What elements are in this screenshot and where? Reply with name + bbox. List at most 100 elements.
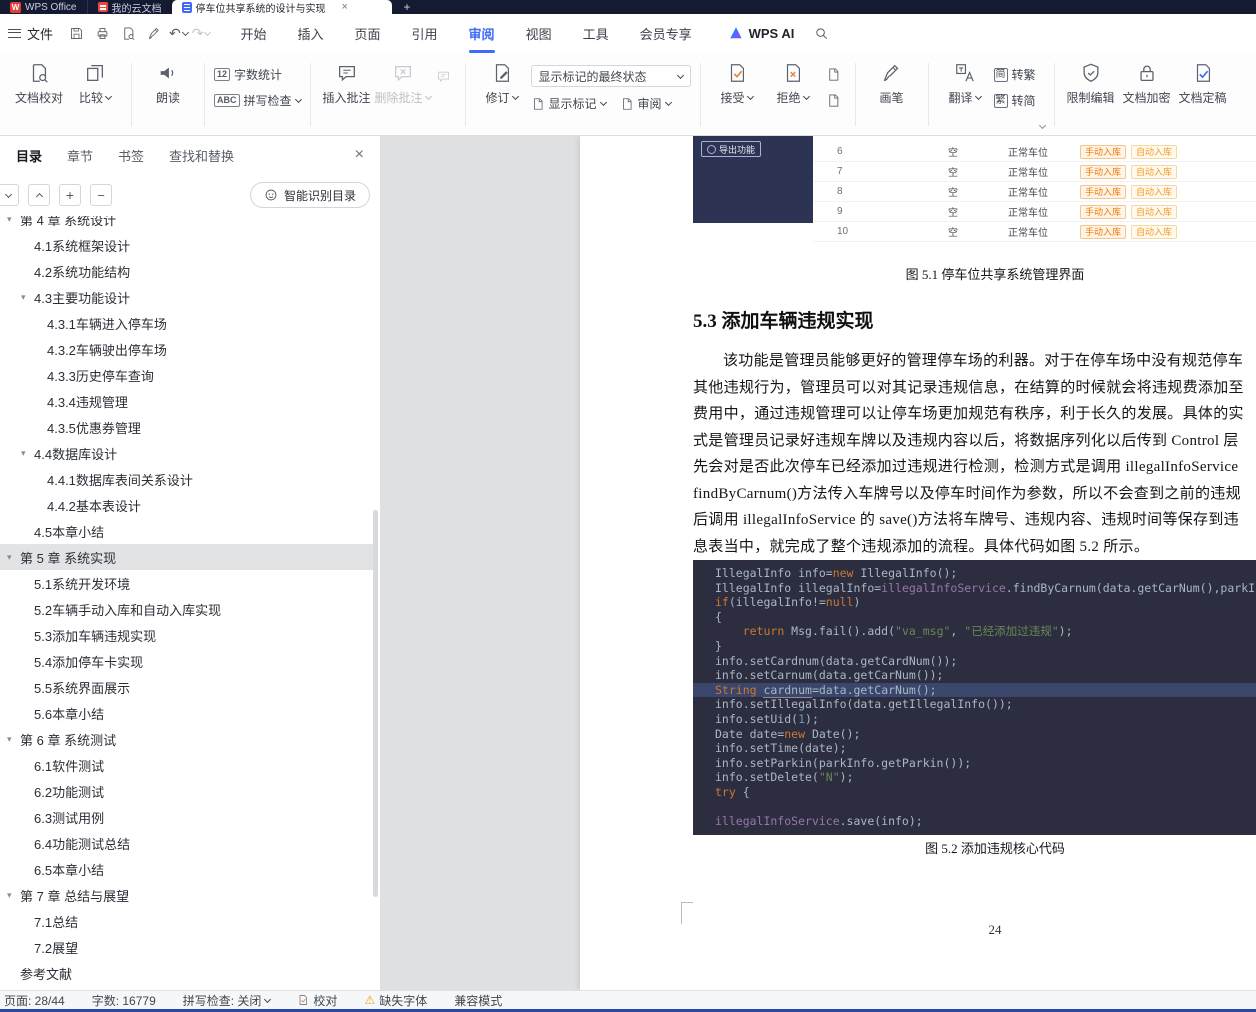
- collapse-all-button[interactable]: [0, 184, 19, 206]
- reject-revision-button[interactable]: 拒绝: [766, 57, 820, 106]
- insert-comment-button[interactable]: 插入批注: [320, 57, 374, 106]
- document-view[interactable]: 导出功能 6 空正常车位 手动入库 自动入库 7 空正常车位 手动入库 自动入库 8 空正常车位手…: [381, 136, 1256, 990]
- expand-all-button[interactable]: [28, 184, 50, 206]
- toc-expand-icon[interactable]: [7, 216, 20, 225]
- compatibility-mode-indicator[interactable]: 兼容模式: [454, 992, 502, 1009]
- save-button[interactable]: [64, 21, 88, 45]
- tab-cloud-docs[interactable]: 我的云文档: [86, 0, 172, 15]
- toc-item[interactable]: 第 7 章 总结与展望: [0, 882, 373, 908]
- spell-check-status[interactable]: 拼写检查: 关闭: [183, 992, 272, 1009]
- toc-item[interactable]: 5.4添加停车卡实现: [0, 648, 373, 674]
- toc-item[interactable]: 4.4.2基本表设计: [0, 492, 373, 518]
- panel-tab-find-replace[interactable]: 查找和替换: [169, 146, 234, 165]
- tab-insert[interactable]: 插入: [298, 20, 324, 47]
- toc-item[interactable]: 5.5系统界面展示: [0, 674, 373, 700]
- toc-item[interactable]: 6.3测试用例: [0, 804, 373, 830]
- file-menu-button[interactable]: 文件: [0, 24, 63, 43]
- toc-item[interactable]: 4.3.4违规管理: [0, 388, 373, 414]
- restrict-editing-button[interactable]: 限制编辑: [1064, 57, 1118, 106]
- close-tab-icon[interactable]: [342, 2, 348, 13]
- panel-tab-chapters[interactable]: 章节: [67, 146, 93, 165]
- panel-scrollbar[interactable]: [373, 216, 379, 990]
- read-aloud-button[interactable]: 朗读: [141, 57, 195, 106]
- ink-brush-button[interactable]: 画笔: [865, 57, 919, 106]
- toc-item[interactable]: 4.4.1数据库表间关系设计: [0, 466, 373, 492]
- toc-item[interactable]: 4.3.5优惠券管理: [0, 414, 373, 440]
- toc-expand-icon[interactable]: [7, 734, 20, 745]
- toc-item[interactable]: 6.2功能测试: [0, 778, 373, 804]
- tab-tools[interactable]: 工具: [583, 20, 609, 47]
- scrollbar-thumb[interactable]: [373, 510, 378, 898]
- auto-inbound-badge[interactable]: 自动入库: [1131, 184, 1178, 199]
- manual-inbound-badge[interactable]: 手动入库: [1080, 164, 1127, 179]
- traditional-to-simplified-button[interactable]: 繁 转简: [993, 92, 1036, 109]
- toc-expand-icon[interactable]: [7, 552, 20, 563]
- toc-item[interactable]: 5.2车辆手动入库和自动入库实现: [0, 596, 373, 622]
- toc-item[interactable]: 5.6本章小结: [0, 700, 373, 726]
- toc-item[interactable]: 4.5本章小结: [0, 518, 373, 544]
- tab-document[interactable]: 停车位共享系统的设计与实现: [171, 0, 392, 15]
- track-changes-button[interactable]: 修订: [475, 57, 529, 106]
- manual-inbound-badge[interactable]: 手动入库: [1080, 184, 1127, 199]
- toc-item[interactable]: 6.4功能测试总结: [0, 830, 373, 856]
- panel-tab-toc[interactable]: 目录: [16, 146, 42, 165]
- group-expand-icon[interactable]: [1038, 121, 1046, 130]
- toc-item[interactable]: 7.2展望: [0, 934, 373, 960]
- toc-item[interactable]: 4.1系统框架设计: [0, 232, 373, 258]
- doc-proof-button[interactable]: 文档校对: [12, 57, 66, 106]
- promote-heading-button[interactable]: [59, 184, 81, 206]
- previous-revision-button[interactable]: [822, 63, 846, 85]
- spell-check-button[interactable]: ABC 拼写检查: [214, 92, 302, 109]
- auto-inbound-badge[interactable]: 自动入库: [1131, 224, 1178, 239]
- accept-revision-button[interactable]: 接受: [710, 57, 764, 106]
- page-indicator[interactable]: 页面: 28/44: [4, 992, 65, 1009]
- toc-scroll-area[interactable]: 第 4 章 系统设计 4.1系统框架设计 4.2系统功能结构 4.3主要功能设计 4.3…: [0, 216, 373, 990]
- demote-heading-button[interactable]: [90, 184, 112, 206]
- toc-item[interactable]: 第 4 章 系统设计: [0, 216, 373, 232]
- missing-font-warning[interactable]: 缺失字体: [364, 992, 427, 1009]
- panel-tab-bookmarks[interactable]: 书签: [118, 146, 144, 165]
- encrypt-document-button[interactable]: 文档加密: [1120, 57, 1174, 106]
- review-mode-button[interactable]: 审阅: [620, 95, 672, 112]
- toc-item[interactable]: 4.3.3历史停车查询: [0, 362, 373, 388]
- tab-page[interactable]: 页面: [355, 20, 381, 47]
- tab-member[interactable]: 会员专享: [640, 20, 692, 47]
- compare-button[interactable]: 比较: [68, 57, 122, 106]
- toc-item[interactable]: 7.1总结: [0, 908, 373, 934]
- print-button[interactable]: [90, 21, 114, 45]
- next-revision-button[interactable]: [822, 89, 846, 111]
- toc-item[interactable]: 4.3主要功能设计: [0, 284, 373, 310]
- simplified-to-traditional-button[interactable]: 简 转繁: [993, 66, 1036, 83]
- redo-button[interactable]: [192, 25, 212, 42]
- translate-button[interactable]: 翻译: [938, 57, 992, 106]
- undo-button[interactable]: [169, 25, 189, 42]
- tab-view[interactable]: 视图: [526, 20, 552, 47]
- toc-item[interactable]: 4.3.1车辆进入停车场: [0, 310, 373, 336]
- toc-expand-icon[interactable]: [21, 292, 34, 303]
- new-tab-button[interactable]: +: [392, 0, 423, 14]
- auto-inbound-badge[interactable]: 自动入库: [1131, 164, 1178, 179]
- wps-ai-button[interactable]: WPS AI: [728, 25, 794, 41]
- print-preview-button[interactable]: [116, 21, 140, 45]
- manual-inbound-badge[interactable]: 手动入库: [1080, 224, 1127, 239]
- show-markup-button[interactable]: 显示标记: [531, 95, 607, 112]
- format-painter-button[interactable]: [142, 21, 166, 45]
- toc-item[interactable]: 6.5本章小结: [0, 856, 373, 882]
- toc-item[interactable]: 4.3.2车辆驶出停车场: [0, 336, 373, 362]
- toc-item[interactable]: 6.1软件测试: [0, 752, 373, 778]
- tab-home[interactable]: 开始: [240, 20, 266, 47]
- auto-inbound-badge[interactable]: 自动入库: [1131, 144, 1178, 159]
- toc-item[interactable]: 第 6 章 系统测试: [0, 726, 373, 752]
- tab-review[interactable]: 审阅: [469, 20, 495, 47]
- toc-item[interactable]: 参考文献: [0, 960, 373, 986]
- markup-state-dropdown[interactable]: 显示标记的最终状态: [530, 65, 691, 87]
- word-count-indicator[interactable]: 字数: 16779: [92, 992, 156, 1009]
- word-count-button[interactable]: 12 字数统计: [214, 66, 301, 83]
- manual-inbound-badge[interactable]: 手动入库: [1080, 144, 1127, 159]
- manual-inbound-badge[interactable]: 手动入库: [1080, 204, 1127, 219]
- toc-item[interactable]: 第 5 章 系统实现: [0, 544, 373, 570]
- close-panel-icon[interactable]: [355, 146, 364, 164]
- toc-item[interactable]: 4.4数据库设计: [0, 440, 373, 466]
- finalize-document-button[interactable]: 文档定稿: [1176, 57, 1230, 106]
- proofread-button[interactable]: 校对: [297, 992, 337, 1009]
